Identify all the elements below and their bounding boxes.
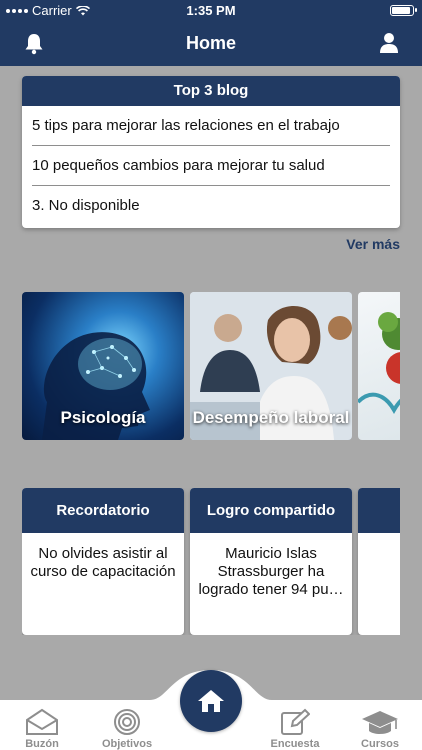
user-icon[interactable] [378,32,400,54]
category-card-psicologia[interactable]: Psicología [22,292,184,440]
tab-label: Objetivos [101,738,153,750]
shared-achievement-card[interactable]: Logro compartido Mauricio Islas Strassbu… [190,488,352,635]
tab-label: Encuesta [270,738,320,750]
reminder-card[interactable]: Recordatorio No olvides asistir al curso… [22,488,184,635]
nav-bar: Home [0,22,422,66]
status-bar: Carrier 1:35 PM [0,0,422,22]
partial-card[interactable] [358,488,400,635]
page-title: Home [185,33,236,53]
top-blog-card: Top 3 blog 5 tips para mejorar las relac… [22,76,400,228]
info-cards-carousel[interactable]: Recordatorio No olvides asistir al curso… [22,488,400,635]
target-icon [114,709,140,735]
tab-encuesta[interactable]: Encuesta [265,708,325,750]
blog-item[interactable]: 5 tips para mejorar las relaciones en el… [32,106,390,146]
clock: 1:35 PM [186,3,236,18]
card-body: Mauricio Islas Strassburger ha logrado t… [198,545,344,598]
category-carousel[interactable]: Psicología Desempeño laboral [22,292,400,440]
edit-icon [281,708,310,735]
category-card-desempeno[interactable]: Desempeño laboral [190,292,352,440]
battery-icon [390,5,417,16]
top-blog-title: Top 3 blog [22,76,400,106]
category-label: Desempeño laboral [192,408,350,427]
blog-item[interactable]: 10 pequeños cambios para mejorar tu salu… [32,146,390,186]
home-icon [198,690,224,712]
category-card-salud[interactable] [358,292,400,440]
tab-buzon[interactable]: Buzón [12,708,72,750]
card-body: No olvides asistir al curso de capacitac… [30,545,176,580]
card-title: Recordatorio [22,488,184,533]
home-button[interactable] [180,670,242,732]
healthy-food-image [358,312,400,415]
card-title: Logro compartido [190,488,352,533]
card-title [358,488,400,533]
graduation-cap-icon [362,711,398,734]
tab-label: Buzón [25,738,59,750]
tab-cursos[interactable]: Cursos [350,708,410,750]
tab-label: Cursos [361,738,399,750]
envelope-icon [26,708,58,735]
see-more-link[interactable]: Ver más [346,236,400,252]
category-label: Psicología [60,408,146,427]
blog-item[interactable]: 3. No disponible [32,186,390,226]
tab-objetivos[interactable]: Objetivos [97,708,157,750]
